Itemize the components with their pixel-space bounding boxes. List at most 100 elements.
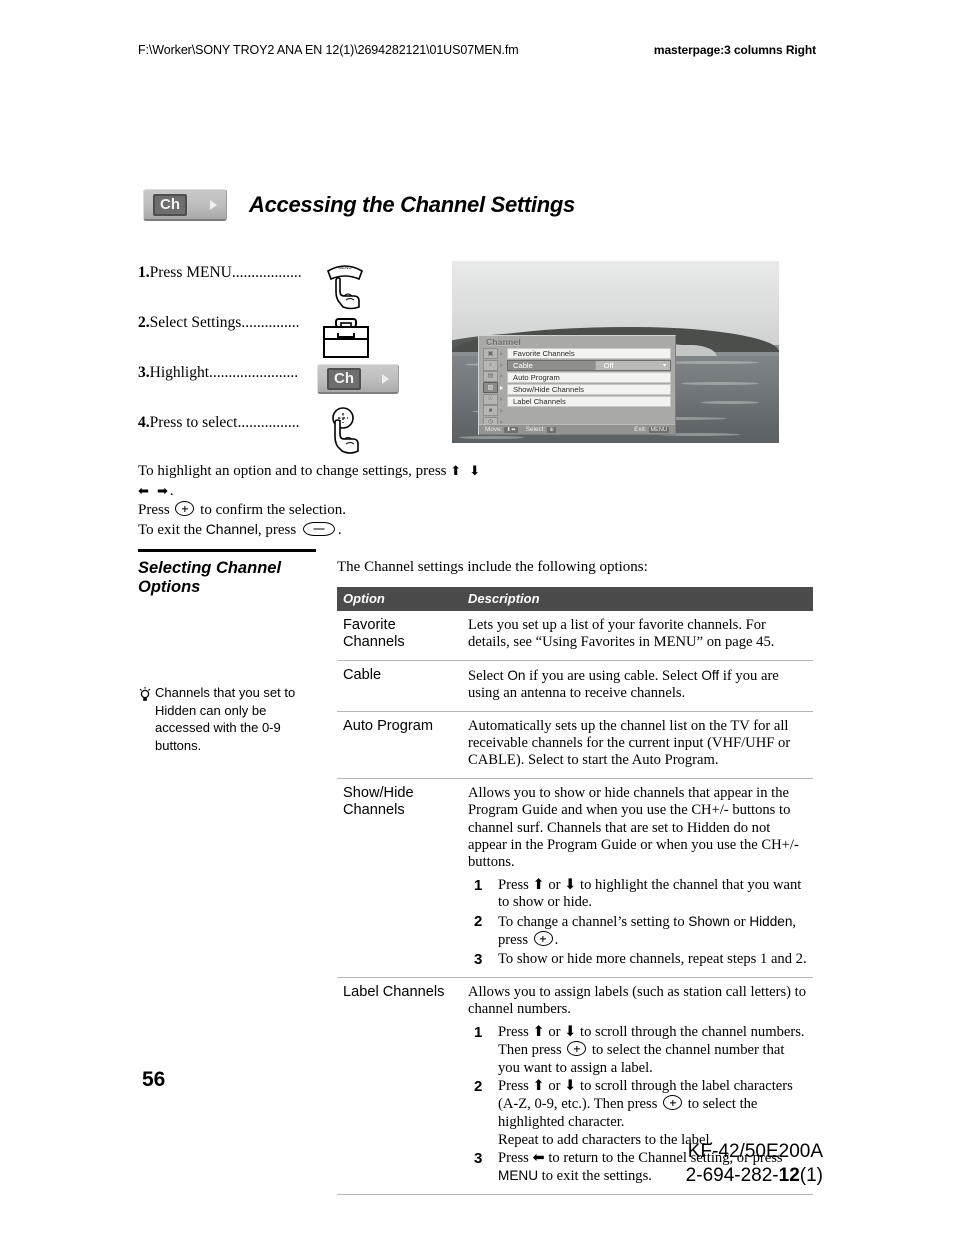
osd-status-bar: Move: ⬍⬌ Select: ⊕ Exit: MENU	[479, 424, 675, 434]
picture-icon: ▣	[483, 348, 498, 360]
osd-select-label: Select:	[525, 426, 546, 433]
substep-number: 2	[474, 1077, 483, 1095]
ch-tab-label-step3: Ch	[327, 367, 361, 390]
step-3-label: Highlight.......................	[149, 364, 299, 381]
osd-rail-item-parental-lock[interactable]: ☉	[483, 393, 505, 405]
chevron-right-icon	[210, 199, 217, 210]
masterpage-label: masterpage:3 columns Right	[653, 43, 816, 57]
osd-rail-item-setup[interactable]: ■	[483, 405, 505, 417]
osd-move-label: Move:	[485, 426, 503, 433]
part-number-suffix: (1)	[799, 1165, 823, 1186]
value-off: Off	[701, 667, 720, 683]
substep-text: To change a channel’s setting to Shown o…	[498, 913, 797, 949]
osd-select-key: ⊕	[547, 427, 557, 433]
osd-row-auto-program[interactable]: Auto Program	[507, 371, 671, 384]
heading-rule	[138, 549, 316, 552]
instruction-line-3: To exit the Channel, press .	[138, 520, 498, 540]
substep-number: 3	[474, 950, 483, 968]
osd-exit-key: MENU	[648, 427, 669, 433]
option-name: Auto Program	[337, 711, 462, 779]
manual-page: F:\Worker\SONY TROY2 ANA EN 12(1)\269428…	[0, 0, 954, 1235]
description-part: if you are using cable. Select	[525, 667, 702, 684]
chevron-down-icon: ▾	[662, 363, 666, 370]
table-intro: The Channel settings include the followi…	[337, 559, 648, 575]
substep-text: Press ⬆ or ⬇ to highlight the channel th…	[498, 876, 802, 911]
instruction-line-3-end: .	[337, 521, 342, 538]
left-column-heading: Selecting Channel Options	[138, 549, 316, 597]
substep-number: 1	[474, 1023, 483, 1041]
chevron-right-icon	[500, 363, 503, 368]
option-name: Label Channels	[337, 977, 462, 1196]
table-row: Favorite Channels Lets you set up a list…	[337, 611, 813, 661]
osd-select-hint: Select: ⊕	[525, 426, 557, 433]
osd-rail-item-picture[interactable]: ▣	[483, 348, 505, 360]
column-header-description: Description	[462, 587, 813, 611]
osd-rail-item-screen[interactable]: ▤	[483, 370, 505, 382]
osd-row-label: Label Channels	[513, 397, 566, 407]
chevron-right-icon	[500, 374, 503, 379]
table-body: Favorite Channels Lets you set up a list…	[337, 611, 813, 1196]
table-row: Cable Select On if you are using cable. …	[337, 660, 813, 712]
description-text: Lets you set up a list of your favorite …	[468, 617, 775, 651]
substep-text: To show or hide more channels, repeat st…	[498, 950, 807, 967]
description-text: Allows you to assign labels (such as sta…	[468, 983, 807, 1018]
osd-exit-label: Exit:	[634, 426, 647, 433]
step-1: 1.Press MENU.................. MENU	[138, 264, 438, 314]
osd-row-cable[interactable]: Cable Off ▾	[507, 359, 671, 372]
step-3-number: 3.	[138, 364, 150, 381]
instruction-line-2: Press to confirm the selection.	[138, 501, 498, 520]
substep: 1 Press ⬆ or ⬇ to scroll through the cha…	[468, 1024, 807, 1077]
step-3: 3.Highlight....................... Ch	[138, 364, 438, 414]
hand-pressing-menu-button-icon: MENU	[318, 259, 372, 311]
instruction-line-2-start: Press	[138, 502, 174, 518]
instructions-paragraph: To highlight an option and to change set…	[138, 462, 498, 539]
osd-body: ▣ ♪ ▤ ▧ ☉ ■ ◷ Favorite Channels Cable Of…	[479, 348, 675, 428]
channel-options-table: Option Description Favorite Channels Let…	[337, 587, 813, 1196]
instruction-line-3-emphasis: Channel	[205, 520, 258, 537]
parental-lock-icon: ☉	[483, 393, 498, 405]
substep-number: 1	[474, 876, 483, 894]
osd-row-value-wrap[interactable]: Off ▾	[594, 360, 670, 371]
osd-row-value: Off	[603, 361, 614, 371]
substep: 1 Press ⬆ or ⬇ to highlight the channel …	[468, 877, 807, 912]
ch-tab-icon-step3: Ch	[317, 364, 399, 394]
description-text: Allows you to show or hide channels that…	[468, 784, 799, 871]
step-4-text: 4.Press to select................	[138, 414, 299, 432]
osd-row-label: Favorite Channels	[513, 349, 575, 359]
osd-rail-item-channel[interactable]: ▧	[483, 382, 505, 394]
step-4: 4.Press to select................	[138, 407, 438, 464]
ch-tab-icon: Ch	[143, 189, 227, 221]
description-part: Select	[468, 667, 508, 684]
option-description: Lets you set up a list of your favorite …	[462, 611, 813, 661]
part-number: 2-694-282-12(1)	[686, 1164, 823, 1188]
chevron-right-icon	[500, 397, 503, 402]
substep: 2 Press ⬆ or ⬇ to scroll through the lab…	[468, 1078, 807, 1131]
select-button-icon	[567, 1041, 587, 1057]
step-2-text: 2.Select Settings...............	[138, 314, 299, 332]
channel-icon: ▧	[483, 382, 498, 394]
value-shown: Shown	[688, 913, 730, 929]
substep-text: Press ⬆ or ⬇ to scroll through the chann…	[498, 1023, 805, 1076]
setup-icon: ■	[483, 405, 498, 417]
instruction-line-3-start: To exit the	[138, 521, 206, 538]
option-name: Favorite Channels	[337, 611, 462, 661]
osd-row-favorite-channels[interactable]: Favorite Channels	[507, 348, 671, 360]
menu-key-label: MENU	[498, 1167, 539, 1183]
step-2-label: Select Settings...............	[149, 314, 300, 331]
svg-text:MENU: MENU	[338, 265, 351, 270]
osd-rail-item-audio[interactable]: ♪	[483, 359, 505, 371]
osd-row-label-channels[interactable]: Label Channels	[507, 395, 671, 408]
step-3-text: 3.Highlight.......................	[138, 364, 298, 382]
osd-row-show-hide-channels[interactable]: Show/Hide Channels	[507, 383, 671, 396]
chevron-right-icon	[500, 385, 503, 390]
option-description: Allows you to show or hide channels that…	[462, 778, 813, 978]
instruction-line-1-text: To highlight an option and to change set…	[138, 463, 451, 479]
osd-row-label: Auto Program	[513, 373, 560, 383]
toolbox-icon	[320, 316, 372, 360]
osd-title: Channel	[486, 337, 521, 347]
substep-number: 3	[474, 1149, 483, 1167]
tv-screenshot: Channel ▣ ♪ ▤ ▧ ☉ ■ ◷ Favorite Channels	[452, 261, 779, 443]
substep: 2 To change a channel’s setting to Shown…	[468, 913, 807, 950]
column-header-option: Option	[337, 587, 462, 611]
instruction-line-1: To highlight an option and to change set…	[138, 462, 498, 501]
